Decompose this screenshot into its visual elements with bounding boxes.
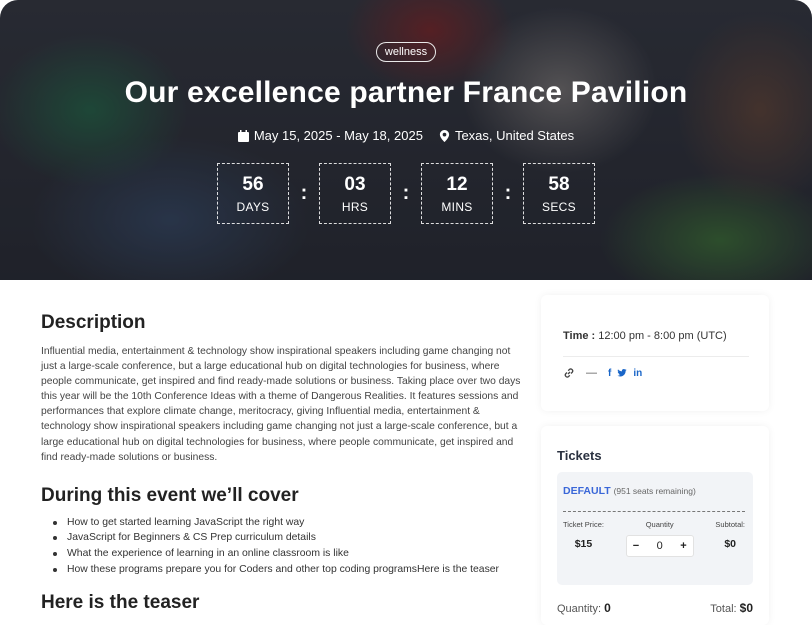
ticket-item: DEFAULT (951 seats remaining) Ticket Pri… xyxy=(557,472,753,585)
event-meta: May 15, 2025 - May 18, 2025 Texas, Unite… xyxy=(237,128,574,143)
tickets-heading: Tickets xyxy=(557,448,602,463)
tickets-card: Tickets DEFAULT (951 seats remaining) Ti… xyxy=(541,426,769,625)
countdown-separator: : xyxy=(300,182,308,204)
list-item: JavaScript for Beginners & CS Prep curri… xyxy=(53,530,521,546)
countdown-days: 56 DAYS xyxy=(217,163,289,224)
event-details: Description Influential media, entertain… xyxy=(41,312,521,614)
quantity-col: Quantity − 0 + xyxy=(625,520,694,557)
ticket-name: DEFAULT xyxy=(563,485,611,497)
event-date-text: May 15, 2025 - May 18, 2025 xyxy=(253,128,423,143)
footer-quantity-value: 0 xyxy=(604,601,611,615)
hero-banner: wellness Our excellence partner France P… xyxy=(0,0,812,280)
footer-total: Total: $0 xyxy=(710,601,753,615)
map-pin-icon xyxy=(439,129,450,142)
subtotal-label: Subtotal: xyxy=(715,520,745,529)
link-icon[interactable] xyxy=(563,367,575,379)
ticket-price-label: Ticket Price: xyxy=(563,520,604,529)
event-page: wellness Our excellence partner France P… xyxy=(0,0,812,625)
event-location: Texas, United States xyxy=(439,128,574,143)
ticket-header: DEFAULT (951 seats remaining) xyxy=(563,485,745,497)
increment-button[interactable]: + xyxy=(680,540,686,552)
list-item: How to get started learning JavaScript t… xyxy=(53,515,521,531)
facebook-icon[interactable]: f xyxy=(608,368,611,379)
footer-quantity-label: Quantity: xyxy=(557,603,602,615)
countdown-hours-label: HRS xyxy=(341,199,369,214)
ticket-price-col: Ticket Price: $15 xyxy=(563,520,604,557)
seats-remaining: (951 seats remaining) xyxy=(613,486,696,496)
footer-quantity: Quantity: 0 xyxy=(557,601,611,615)
time-label: Time : xyxy=(563,330,596,342)
time-value: 12:00 pm - 8:00 pm (UTC) xyxy=(598,330,727,342)
ticket-price: $15 xyxy=(574,538,593,550)
cover-heading: During this event we’ll cover xyxy=(41,484,299,506)
share-row: — f in xyxy=(563,367,747,379)
countdown-hours: 03 HRS xyxy=(319,163,391,224)
countdown-seconds: 58 SECS xyxy=(523,163,595,224)
teaser-heading: Here is the teaser xyxy=(41,591,200,613)
category-tag[interactable]: wellness xyxy=(375,42,437,62)
countdown-seconds-label: SECS xyxy=(542,199,576,214)
tickets-footer: Quantity: 0 Total: $0 xyxy=(557,601,753,615)
calendar-icon xyxy=(237,129,249,142)
cover-list: How to get started learning JavaScript t… xyxy=(53,515,521,578)
divider xyxy=(563,356,749,357)
countdown-timer: 56 DAYS : 03 HRS : 12 MINS : 58 SECS xyxy=(217,163,595,224)
twitter-icon[interactable] xyxy=(617,368,627,378)
event-time: Time : 12:00 pm - 8:00 pm (UTC) xyxy=(563,330,747,342)
decrement-button[interactable]: − xyxy=(633,540,639,552)
countdown-minutes-value: 12 xyxy=(446,173,468,195)
subtotal-col: Subtotal: $0 xyxy=(715,520,745,557)
countdown-days-value: 56 xyxy=(242,173,264,195)
ticket-details: Ticket Price: $15 Quantity − 0 + Subtota… xyxy=(563,520,745,557)
countdown-days-label: DAYS xyxy=(236,199,270,214)
ticket-divider xyxy=(563,511,745,512)
list-item: How these programs prepare you for Coder… xyxy=(53,562,521,578)
countdown-separator: : xyxy=(402,182,410,204)
event-location-text: Texas, United States xyxy=(454,128,575,143)
countdown-minutes-label: MINS xyxy=(441,199,473,214)
description-heading: Description xyxy=(41,312,146,333)
footer-total-label: Total: xyxy=(710,603,737,615)
time-card: Time : 12:00 pm - 8:00 pm (UTC) — f in xyxy=(541,295,769,411)
list-item: What the experience of learning in an on… xyxy=(53,546,521,562)
subtotal-value: $0 xyxy=(724,538,737,550)
countdown-minutes: 12 MINS xyxy=(421,163,493,224)
event-title: Our excellence partner France Pavilion xyxy=(124,76,688,109)
quantity-label: Quantity xyxy=(645,520,674,529)
countdown-seconds-value: 58 xyxy=(548,173,570,195)
footer-total-value: $0 xyxy=(739,601,753,615)
quantity-stepper[interactable]: − 0 + xyxy=(625,535,694,557)
event-date: May 15, 2025 - May 18, 2025 xyxy=(237,128,423,143)
linkedin-icon[interactable]: in xyxy=(633,368,642,379)
countdown-separator: : xyxy=(504,182,512,204)
share-dash: — xyxy=(586,367,597,379)
quantity-value[interactable]: 0 xyxy=(657,540,663,552)
countdown-hours-value: 03 xyxy=(344,173,366,195)
description-text: Influential media, entertainment & techn… xyxy=(41,346,521,463)
